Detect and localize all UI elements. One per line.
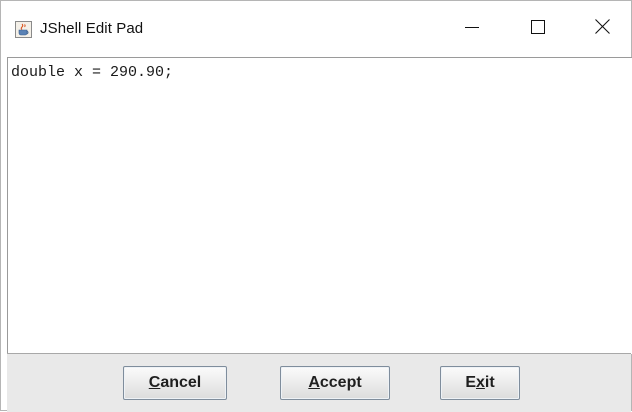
close-icon bbox=[594, 19, 610, 39]
close-button[interactable] bbox=[579, 9, 625, 49]
jshell-edit-pad-window: JShell Edit Pad double x = 290.90; Cance… bbox=[0, 0, 632, 412]
editor-text-area[interactable]: double x = 290.90; bbox=[7, 57, 632, 354]
editor-content: double x = 290.90; bbox=[11, 64, 174, 81]
accept-label: ccept bbox=[319, 374, 362, 391]
cancel-button[interactable]: Cancel bbox=[123, 366, 227, 400]
exit-button[interactable]: Ex it bbox=[440, 366, 520, 400]
window-title: JShell Edit Pad bbox=[40, 20, 144, 37]
exit-label-end: it bbox=[484, 374, 495, 391]
minimize-button[interactable] bbox=[449, 9, 495, 49]
accept-button[interactable]: Accept bbox=[280, 366, 390, 400]
maximize-icon bbox=[531, 19, 545, 39]
exit-mnemonic: x bbox=[475, 374, 485, 391]
minimize-icon bbox=[465, 20, 479, 39]
java-cup-icon bbox=[15, 21, 32, 38]
maximize-button[interactable] bbox=[515, 9, 561, 49]
accept-mnemonic: A bbox=[308, 374, 320, 391]
title-bar[interactable]: JShell Edit Pad bbox=[1, 1, 631, 56]
cancel-label: ancel bbox=[160, 374, 202, 391]
cancel-mnemonic: C bbox=[148, 374, 161, 391]
exit-label-start: E bbox=[465, 374, 476, 391]
button-bar: Cancel Accept Ex it bbox=[7, 353, 631, 412]
